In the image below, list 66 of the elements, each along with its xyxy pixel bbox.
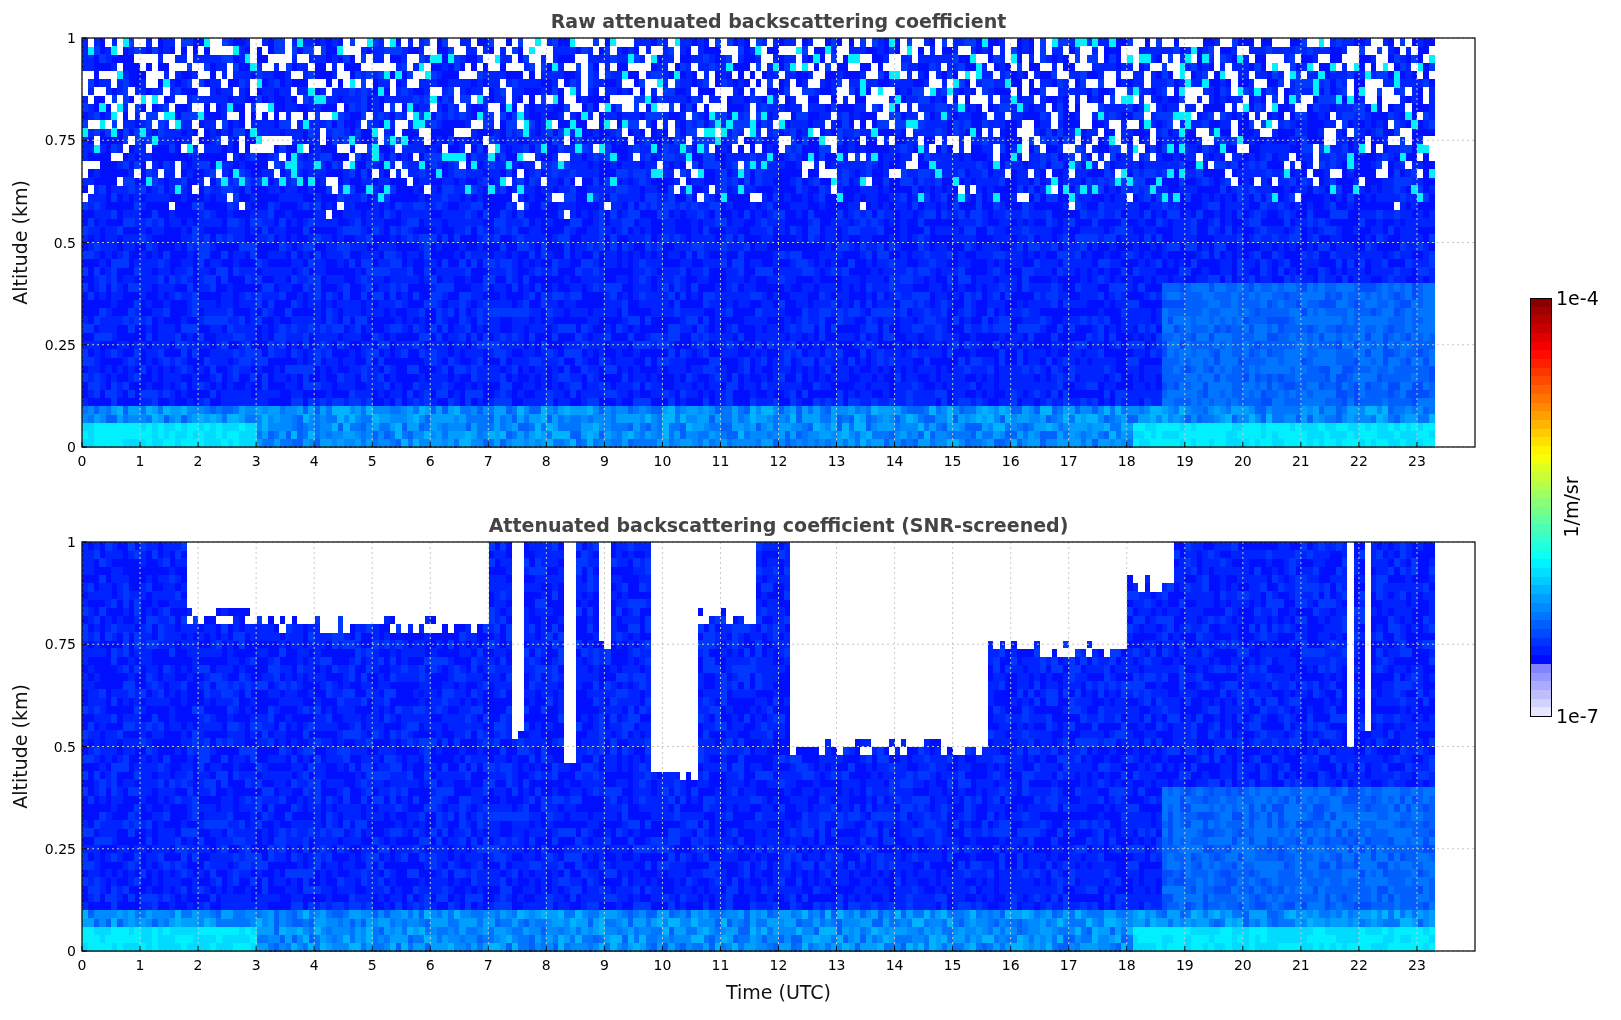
tick-label: 7	[483, 957, 493, 973]
tick-label: 8	[541, 453, 551, 469]
tick-label: 19	[1175, 453, 1194, 469]
tick-label: 14	[885, 957, 904, 973]
tick-label: 23	[1408, 957, 1426, 973]
tick-label: 9	[599, 957, 609, 973]
axis-label: Altitude (km)	[9, 684, 31, 809]
tick-label: 23	[1408, 453, 1426, 469]
tick-label: 8	[541, 957, 551, 973]
tick-label: 18	[1117, 957, 1136, 973]
tick-label: 12	[769, 957, 788, 973]
tick-label: 0.75	[44, 132, 76, 149]
tick-label: 19	[1175, 957, 1194, 973]
tick-label: 5	[367, 453, 377, 469]
tick-label: 17	[1059, 957, 1078, 973]
tick-label: 4	[309, 453, 319, 469]
tick-label: 1	[67, 534, 76, 550]
tick-label: 2	[193, 957, 203, 973]
tick-label: 5	[367, 957, 377, 973]
tick-label: 12	[769, 453, 788, 469]
tick-label: 0.75	[44, 636, 76, 653]
tick-label: 15	[943, 453, 962, 469]
tick-label: 0.5	[53, 738, 76, 755]
tick-label: 16	[1001, 957, 1020, 973]
tick-label: 0	[67, 943, 76, 959]
chart-title: Raw attenuated backscattering coefficient	[550, 10, 1007, 32]
tick-label: 14	[885, 453, 904, 469]
tick-label: 10	[653, 957, 672, 973]
tick-label: 15	[943, 957, 962, 973]
tick-label: 13	[827, 453, 846, 469]
axis-label: Time (UTC)	[726, 981, 831, 1003]
tick-label: 4	[309, 957, 319, 973]
tick-label: 1	[135, 453, 145, 469]
tick-label: 6	[425, 957, 435, 973]
tick-label: 22	[1350, 453, 1368, 469]
colorbar-label: 1/m/sr	[1560, 476, 1582, 538]
tick-label: 11	[711, 453, 730, 469]
tick-label: 17	[1059, 453, 1078, 469]
tick-label: 6	[425, 453, 435, 469]
tick-label: 0	[77, 957, 87, 973]
tick-label: 0	[67, 439, 76, 455]
tick-label: 18	[1117, 453, 1136, 469]
tick-label: 1	[67, 30, 76, 46]
tick-label: 3	[251, 957, 261, 973]
tick-label: 20	[1233, 453, 1252, 469]
tick-label: 3	[251, 453, 261, 469]
tick-label: 0.25	[44, 336, 76, 353]
tick-label: 2	[193, 453, 203, 469]
tick-label: 13	[827, 957, 846, 973]
tick-label: 22	[1350, 957, 1368, 973]
tick-label: 20	[1233, 957, 1252, 973]
colorbar-min-label: 1e-7	[1556, 705, 1599, 727]
chart-title: Attenuated backscattering coefficient (SNR-screened)	[488, 514, 1069, 536]
tick-label: 21	[1291, 957, 1310, 973]
axis-label: Altitude (km)	[9, 180, 31, 305]
tick-label: 10	[653, 453, 672, 469]
tick-label: 0	[77, 453, 87, 469]
tick-label: 9	[599, 453, 609, 469]
tick-label: 0.25	[44, 840, 76, 857]
tick-label: 0.5	[53, 234, 76, 251]
tick-label: 21	[1291, 453, 1310, 469]
tick-label: 11	[711, 957, 730, 973]
colorbar-max-label: 1e-4	[1556, 287, 1599, 309]
tick-label: 16	[1001, 453, 1020, 469]
tick-label: 1	[135, 957, 145, 973]
tick-label: 7	[483, 453, 493, 469]
